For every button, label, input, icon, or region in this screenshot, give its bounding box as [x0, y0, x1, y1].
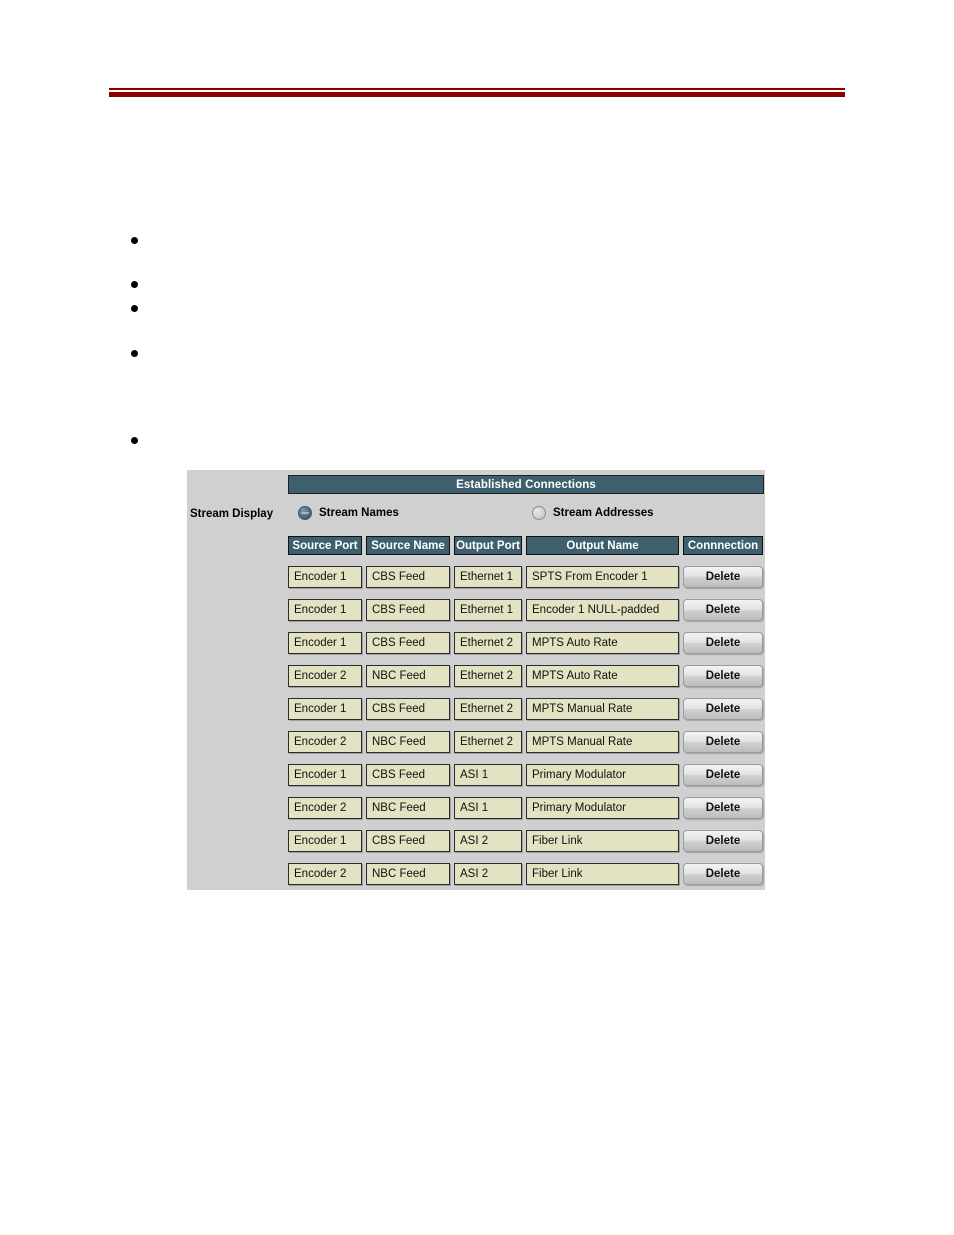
cell-output-port: Ethernet 2: [454, 665, 522, 687]
cell-source-name: CBS Feed: [366, 830, 450, 852]
list-item: [131, 277, 156, 288]
column-header-output-name: Output Name: [526, 536, 679, 555]
radio-label-stream-names: Stream Names: [319, 507, 399, 519]
cell-output-port: ASI 2: [454, 863, 522, 885]
table-body: Encoder 1 CBS Feed Ethernet 1 SPTS From Enc…: [288, 566, 765, 885]
cell-output-name: MPTS Manual Rate: [526, 698, 679, 720]
cell-output-name: Fiber Link: [526, 863, 679, 885]
column-header-source-name: Source Name: [366, 536, 450, 555]
delete-button[interactable]: Delete: [683, 764, 763, 786]
delete-button[interactable]: Delete: [683, 797, 763, 819]
cell-source-name: CBS Feed: [366, 632, 450, 654]
cell-source-port: Encoder 1: [288, 632, 362, 654]
cell-source-port: Encoder 1: [288, 599, 362, 621]
cell-output-name: Encoder 1 NULL-padded: [526, 599, 679, 621]
radio-option-stream-names[interactable]: Stream Names: [298, 506, 399, 520]
table-row: Encoder 1 CBS Feed Ethernet 2 MPTS Auto Rat…: [288, 632, 765, 654]
cell-source-name: CBS Feed: [366, 764, 450, 786]
cell-source-name: NBC Feed: [366, 665, 450, 687]
cell-output-port: Ethernet 2: [454, 731, 522, 753]
bullet-dot-icon: [131, 437, 138, 444]
established-connections-panel: Established Connections Stream Display S…: [187, 470, 765, 890]
list-item: [131, 346, 156, 357]
cell-source-port: Encoder 1: [288, 566, 362, 588]
table-row: Encoder 2 NBC Feed ASI 2 Fiber Link Delete: [288, 863, 765, 885]
bullet-dot-icon: [131, 305, 138, 312]
cell-output-name: Primary Modulator: [526, 797, 679, 819]
column-header-connection: Connnection: [683, 536, 763, 555]
page-header-rule: [109, 88, 845, 97]
table-row: Encoder 2 NBC Feed ASI 1 Primary Modulator D…: [288, 797, 765, 819]
radio-label-stream-addresses: Stream Addresses: [553, 507, 654, 519]
cell-source-name: NBC Feed: [366, 863, 450, 885]
cell-source-name: CBS Feed: [366, 566, 450, 588]
cell-output-name: MPTS Auto Rate: [526, 632, 679, 654]
delete-button[interactable]: Delete: [683, 566, 763, 588]
cell-source-port: Encoder 1: [288, 698, 362, 720]
delete-button[interactable]: Delete: [683, 863, 763, 885]
table-row: Encoder 1 CBS Feed Ethernet 1 SPTS From Enc…: [288, 566, 765, 588]
table-row: Encoder 2 NBC Feed Ethernet 2 MPTS Auto Rat…: [288, 665, 765, 687]
cell-output-port: ASI 2: [454, 830, 522, 852]
delete-button[interactable]: Delete: [683, 698, 763, 720]
delete-button[interactable]: Delete: [683, 665, 763, 687]
delete-button[interactable]: Delete: [683, 830, 763, 852]
cell-output-port: Ethernet 2: [454, 698, 522, 720]
list-item: [131, 301, 156, 312]
table-row: Encoder 1 CBS Feed ASI 1 Primary Modulator D…: [288, 764, 765, 786]
cell-output-port: ASI 1: [454, 797, 522, 819]
list-item: [131, 233, 156, 244]
radio-selected-icon[interactable]: [298, 506, 312, 520]
delete-button[interactable]: Delete: [683, 731, 763, 753]
cell-output-port: Ethernet 2: [454, 632, 522, 654]
stream-display-row: Stream Display Stream Names Stream Addre…: [187, 505, 765, 529]
bullet-dot-icon: [131, 237, 138, 244]
list-item: [131, 433, 156, 444]
column-header-source-port: Source Port: [288, 536, 362, 555]
cell-output-name: Fiber Link: [526, 830, 679, 852]
cell-source-name: CBS Feed: [366, 698, 450, 720]
cell-output-name: Primary Modulator: [526, 764, 679, 786]
table-row: Encoder 1 CBS Feed Ethernet 1 Encoder 1 NUL…: [288, 599, 765, 621]
cell-output-name: SPTS From Encoder 1: [526, 566, 679, 588]
cell-source-name: CBS Feed: [366, 599, 450, 621]
cell-output-name: MPTS Auto Rate: [526, 665, 679, 687]
cell-output-name: MPTS Manual Rate: [526, 731, 679, 753]
delete-button[interactable]: Delete: [683, 632, 763, 654]
cell-source-port: Encoder 2: [288, 863, 362, 885]
cell-output-port: ASI 1: [454, 764, 522, 786]
cell-source-port: Encoder 2: [288, 797, 362, 819]
header-rule-thick: [109, 92, 845, 97]
cell-source-port: Encoder 1: [288, 830, 362, 852]
radio-unselected-icon[interactable]: [532, 506, 546, 520]
table-header-row: Source Port Source Name Output Port Outp…: [288, 536, 765, 555]
cell-output-port: Ethernet 1: [454, 566, 522, 588]
delete-button[interactable]: Delete: [683, 599, 763, 621]
cell-source-port: Encoder 2: [288, 731, 362, 753]
bullet-dot-icon: [131, 281, 138, 288]
cell-source-port: Encoder 1: [288, 764, 362, 786]
cell-source-port: Encoder 2: [288, 665, 362, 687]
radio-option-stream-addresses[interactable]: Stream Addresses: [532, 506, 654, 520]
cell-output-port: Ethernet 1: [454, 599, 522, 621]
table-row: Encoder 1 CBS Feed ASI 2 Fiber Link Delete: [288, 830, 765, 852]
cell-source-name: NBC Feed: [366, 731, 450, 753]
table-row: Encoder 2 NBC Feed Ethernet 2 MPTS Manual R…: [288, 731, 765, 753]
stream-display-label: Stream Display: [190, 508, 274, 520]
connections-table: Source Port Source Name Output Port Outp…: [288, 536, 765, 885]
table-row: Encoder 1 CBS Feed Ethernet 2 MPTS Manual R…: [288, 698, 765, 720]
column-header-output-port: Output Port: [454, 536, 522, 555]
bullet-dot-icon: [131, 350, 138, 357]
cell-source-name: NBC Feed: [366, 797, 450, 819]
panel-title: Established Connections: [288, 475, 764, 494]
